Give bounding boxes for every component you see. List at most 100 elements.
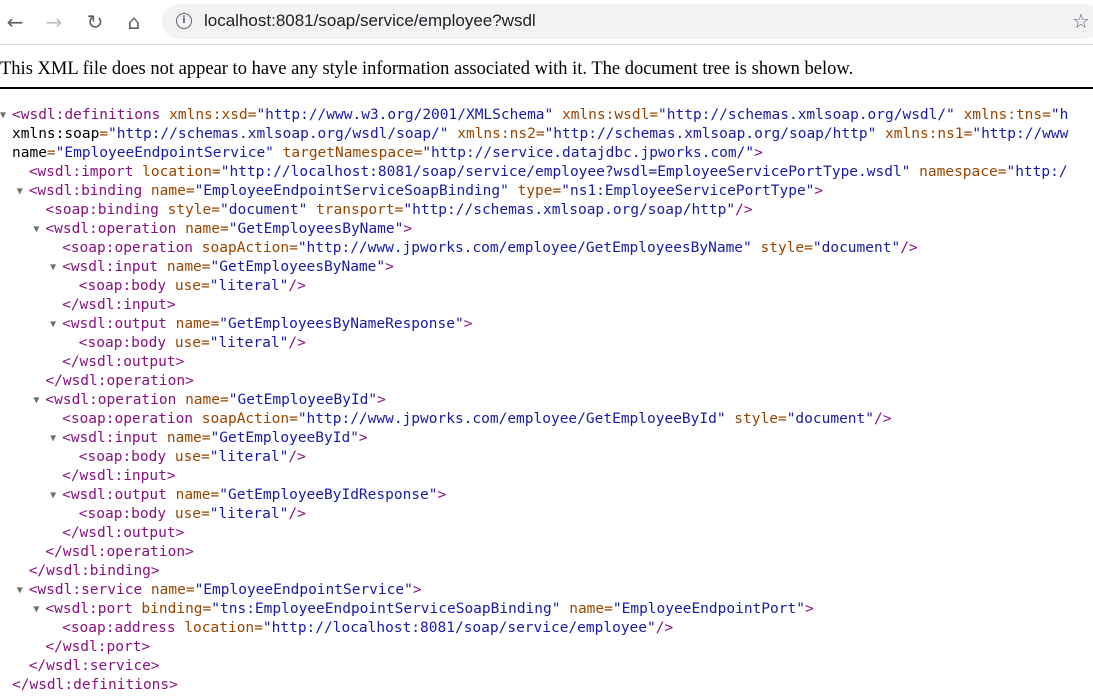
xml-attribute-name: use bbox=[166, 278, 202, 294]
xml-equals: = bbox=[210, 487, 220, 503]
collapse-triangle-icon[interactable]: ▼ bbox=[33, 600, 43, 619]
xml-line: </wsdl:input> bbox=[0, 467, 1093, 486]
xml-attribute-name: type bbox=[508, 183, 553, 199]
xml-line: ▼ <wsdl:binding name="EmployeeEndpointSer… bbox=[0, 182, 1093, 201]
xml-tag: </wsdl:output bbox=[62, 354, 176, 370]
xml-attribute-name: targetNamespace bbox=[273, 145, 414, 161]
xml-tag: </wsdl:operation bbox=[45, 544, 186, 560]
browser-toolbar: ← → ↻ ⌂ i localhost:8081/soap/service/em… bbox=[0, 0, 1093, 45]
xml-tag: <soap:operation bbox=[62, 240, 194, 256]
xml-attribute-value: "http://localhost:8081/soap/service/empl… bbox=[262, 620, 656, 636]
xml-tag: /> bbox=[900, 240, 918, 256]
xml-tag: </wsdl:service bbox=[28, 658, 151, 674]
collapse-triangle-icon[interactable]: ▼ bbox=[33, 220, 43, 239]
xml-tag: </wsdl:operation bbox=[45, 373, 186, 389]
xml-line: ▼ <wsdl:service name="EmployeeEndpointSer… bbox=[0, 581, 1093, 600]
back-arrow-icon[interactable]: ← bbox=[1, 8, 29, 36]
xml-tag: > bbox=[169, 677, 178, 693]
xml-attribute-value: "GetEmployeeByIdResponse" bbox=[219, 487, 438, 503]
xml-tag: </wsdl:input bbox=[62, 468, 167, 484]
xml-text: name bbox=[12, 145, 47, 161]
xml-equals: = bbox=[99, 126, 109, 142]
xml-equals: = bbox=[210, 316, 220, 332]
xml-tag: > bbox=[463, 316, 473, 332]
xml-line: ▼ <wsdl:operation name="GetEmployeeById"> bbox=[0, 391, 1093, 410]
xml-tag: > bbox=[814, 183, 824, 199]
xml-tag: <wsdl:output bbox=[62, 487, 167, 503]
xml-attribute-name: use bbox=[166, 506, 202, 522]
reload-icon[interactable]: ↻ bbox=[81, 8, 109, 36]
xml-attribute-value: "h bbox=[1050, 107, 1069, 123]
forward-arrow-icon[interactable]: → bbox=[40, 8, 68, 36]
xml-equals: = bbox=[535, 126, 545, 142]
xml-attribute-value: "EmployeeEndpointPort" bbox=[612, 601, 805, 617]
xml-equals: = bbox=[185, 582, 195, 598]
divider bbox=[0, 87, 1093, 89]
xml-tag: </wsdl:binding bbox=[28, 563, 151, 579]
xml-equals: = bbox=[649, 107, 659, 123]
xml-equals: = bbox=[289, 240, 298, 256]
xml-tag: /> bbox=[288, 278, 306, 294]
xml-tag: <wsdl:definitions bbox=[12, 107, 161, 123]
xml-attribute-value: "EmployeeEndpointService" bbox=[55, 145, 274, 161]
xml-line: <wsdl:import location="http://localhost:… bbox=[0, 163, 1093, 182]
xml-line: ▼ <wsdl:output name="GetEmployeesByNameRe… bbox=[0, 315, 1093, 334]
xml-tag: > bbox=[377, 392, 386, 408]
xml-equals: = bbox=[552, 183, 562, 199]
xml-tag: <wsdl:binding bbox=[28, 183, 143, 199]
xml-tag: > bbox=[166, 468, 176, 484]
url-text[interactable]: localhost:8081/soap/service/employee?wsd… bbox=[204, 11, 536, 31]
collapse-triangle-icon[interactable]: ▼ bbox=[50, 429, 60, 448]
xml-tag: <wsdl:input bbox=[62, 259, 159, 275]
xml-line: ▼ <wsdl:port binding="tns:EmployeeEndpoin… bbox=[0, 600, 1093, 619]
collapse-triangle-icon[interactable]: ▼ bbox=[33, 391, 43, 410]
xml-attribute-name: name bbox=[158, 259, 202, 275]
star-icon[interactable]: ☆ bbox=[1072, 9, 1090, 33]
xml-line: </wsdl:port> bbox=[0, 638, 1093, 657]
xml-attribute-value: "literal" bbox=[209, 506, 289, 522]
xml-line: <soap:operation soapAction="http://www.j… bbox=[0, 239, 1093, 258]
xml-attribute-value: "http://schemas.xmlsoap.org/soap/http" bbox=[544, 126, 877, 142]
xml-tag: <soap:body bbox=[78, 278, 167, 294]
xml-equals: = bbox=[201, 259, 211, 275]
xml-tag: > bbox=[358, 430, 368, 446]
xml-attribute-name: xmlns:ns2 bbox=[448, 126, 536, 142]
xml-attribute-value: "document" bbox=[220, 202, 308, 218]
xml-line: <soap:body use="literal"/> bbox=[0, 277, 1093, 296]
collapse-triangle-icon[interactable]: ▼ bbox=[17, 581, 27, 600]
xml-attribute-name: xmlns:ns1 bbox=[876, 126, 964, 142]
xml-tag: > bbox=[166, 297, 176, 313]
xml-tag: > bbox=[185, 544, 194, 560]
xml-attribute-name: name bbox=[166, 316, 211, 332]
collapse-triangle-icon[interactable]: ▼ bbox=[17, 182, 27, 201]
info-icon[interactable]: i bbox=[176, 13, 192, 29]
xml-attribute-value: "GetEmployeeById" bbox=[228, 392, 378, 408]
address-bar[interactable]: i localhost:8081/soap/service/employee?w… bbox=[162, 4, 1093, 39]
xml-equals: = bbox=[201, 278, 210, 294]
xml-attribute-value: "http://www.jpworks.com/employee/GetEmpl… bbox=[297, 411, 726, 427]
collapse-triangle-icon[interactable]: ▼ bbox=[50, 258, 60, 277]
xml-line: ▼ <wsdl:input name="GetEmployeesByName"> bbox=[0, 258, 1093, 277]
xml-tag: <wsdl:service bbox=[28, 582, 143, 598]
xml-attribute-name: use bbox=[166, 335, 202, 351]
xml-attribute-value: "http://schemas.xmlsoap.org/wsdl/soap/" bbox=[108, 126, 449, 142]
xml-attribute-value: "ns1:EmployeeServicePortType" bbox=[561, 183, 815, 199]
xml-attribute-value: "EmployeeEndpointService" bbox=[194, 582, 413, 598]
collapse-triangle-icon[interactable]: ▼ bbox=[0, 106, 10, 125]
xml-tag: /> bbox=[655, 620, 674, 636]
collapse-triangle-icon[interactable]: ▼ bbox=[50, 315, 60, 334]
xml-attribute-name: name bbox=[176, 392, 220, 408]
xml-tag: <wsdl:operation bbox=[45, 392, 177, 408]
xml-tag: <soap:address bbox=[62, 620, 176, 636]
xml-line: <soap:binding style="document" transport… bbox=[0, 201, 1093, 220]
collapse-triangle-icon[interactable]: ▼ bbox=[50, 486, 60, 505]
xml-tag: <soap:body bbox=[78, 449, 167, 465]
xml-style-notice: This XML file does not appear to have an… bbox=[0, 59, 854, 79]
xml-tag: </wsdl:port bbox=[45, 639, 142, 655]
xml-tag: > bbox=[804, 601, 814, 617]
xml-document-tree: ▼ <wsdl:definitions xmlns:xsd="http://www… bbox=[0, 106, 1093, 695]
home-icon[interactable]: ⌂ bbox=[120, 8, 148, 36]
xml-attribute-value: "literal" bbox=[209, 278, 289, 294]
xml-attribute-name: name bbox=[142, 183, 186, 199]
xml-line: xmlns:soap="http://schemas.xmlsoap.org/w… bbox=[0, 125, 1093, 144]
